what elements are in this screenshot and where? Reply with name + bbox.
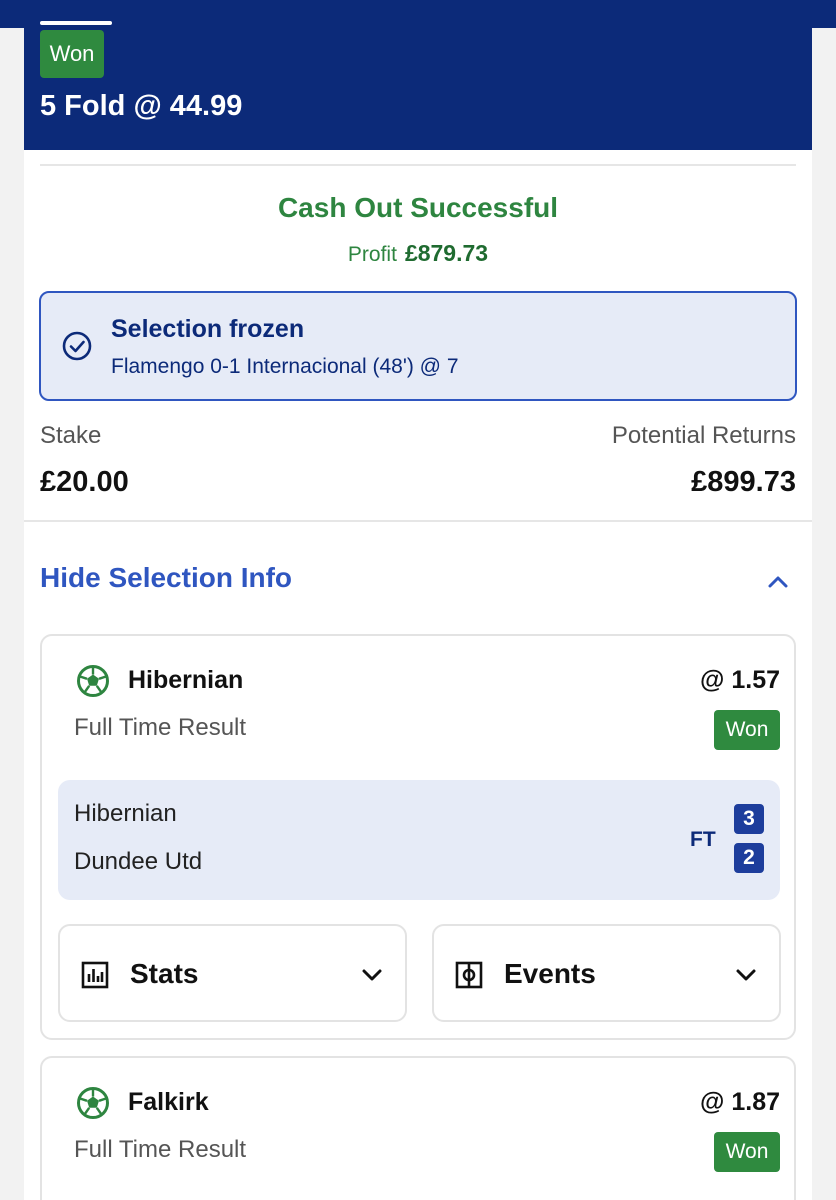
selection-result-badge: Won [714,1132,780,1172]
potential-returns-value: £899.73 [691,466,796,498]
chevron-down-icon [736,969,756,981]
check-circle-icon [62,331,92,361]
home-team: Hibernian [74,800,177,827]
selection-result-badge: Won [714,710,780,750]
selection-team: Hibernian [128,666,244,694]
cashout-title: Cash Out Successful [277,192,559,223]
away-score: 2 [734,843,764,873]
stats-button[interactable]: Stats [58,924,407,1022]
bet-title: 5 Fold @ 44.99 [40,90,243,122]
selection-market: Full Time Result [74,714,247,741]
divider [24,520,812,522]
stake-label: Stake [40,422,102,449]
frozen-title: Selection frozen [111,315,305,343]
selection-frozen-notice: Selection frozen Flamengo 0-1 Internacio… [39,291,797,401]
chevron-up-icon[interactable] [764,568,792,596]
chevron-down-icon [362,969,382,981]
top-app-bar [0,0,836,28]
events-label: Events [504,958,596,989]
selection-market: Full Time Result [74,1136,247,1163]
bet-status-badge: Won [40,30,104,78]
selection-card: Hibernian @ 1.57 Full Time Result Won Hi… [40,634,796,1040]
selection-team: Falkirk [128,1088,209,1116]
selection-card: Falkirk @ 1.87 Full Time Result Won [40,1056,796,1200]
profit-label: Profit [347,243,397,266]
bar-chart-icon [81,961,109,989]
match-status: FT [690,828,716,851]
hide-selection-info-link[interactable]: Hide Selection Info [40,562,292,594]
away-team: Dundee Utd [74,848,203,875]
bet-header: Won 5 Fold @ 44.99 [24,28,812,150]
divider [40,164,796,166]
selection-odds: @ 1.87 [700,1088,780,1116]
stats-label: Stats [130,958,199,989]
frozen-detail: Flamengo 0-1 Internacional (48') @ 7 [111,355,459,378]
bet-receipt-card: Won 5 Fold @ 44.99 Cash Out Successful P… [24,28,812,1200]
football-icon [77,665,109,697]
pitch-icon [455,961,483,989]
profit-value: £879.73 [404,240,489,266]
home-score: 3 [734,804,764,834]
match-score-panel: Hibernian Dundee Utd FT 3 2 [58,780,780,900]
stake-value: £20.00 [40,466,129,498]
potential-returns-label: Potential Returns [611,422,796,449]
selection-odds: @ 1.57 [700,666,780,694]
profit-line: Profit £879.73 [24,240,812,267]
events-button[interactable]: Events [432,924,781,1022]
drag-handle [40,21,112,25]
football-icon [77,1087,109,1119]
